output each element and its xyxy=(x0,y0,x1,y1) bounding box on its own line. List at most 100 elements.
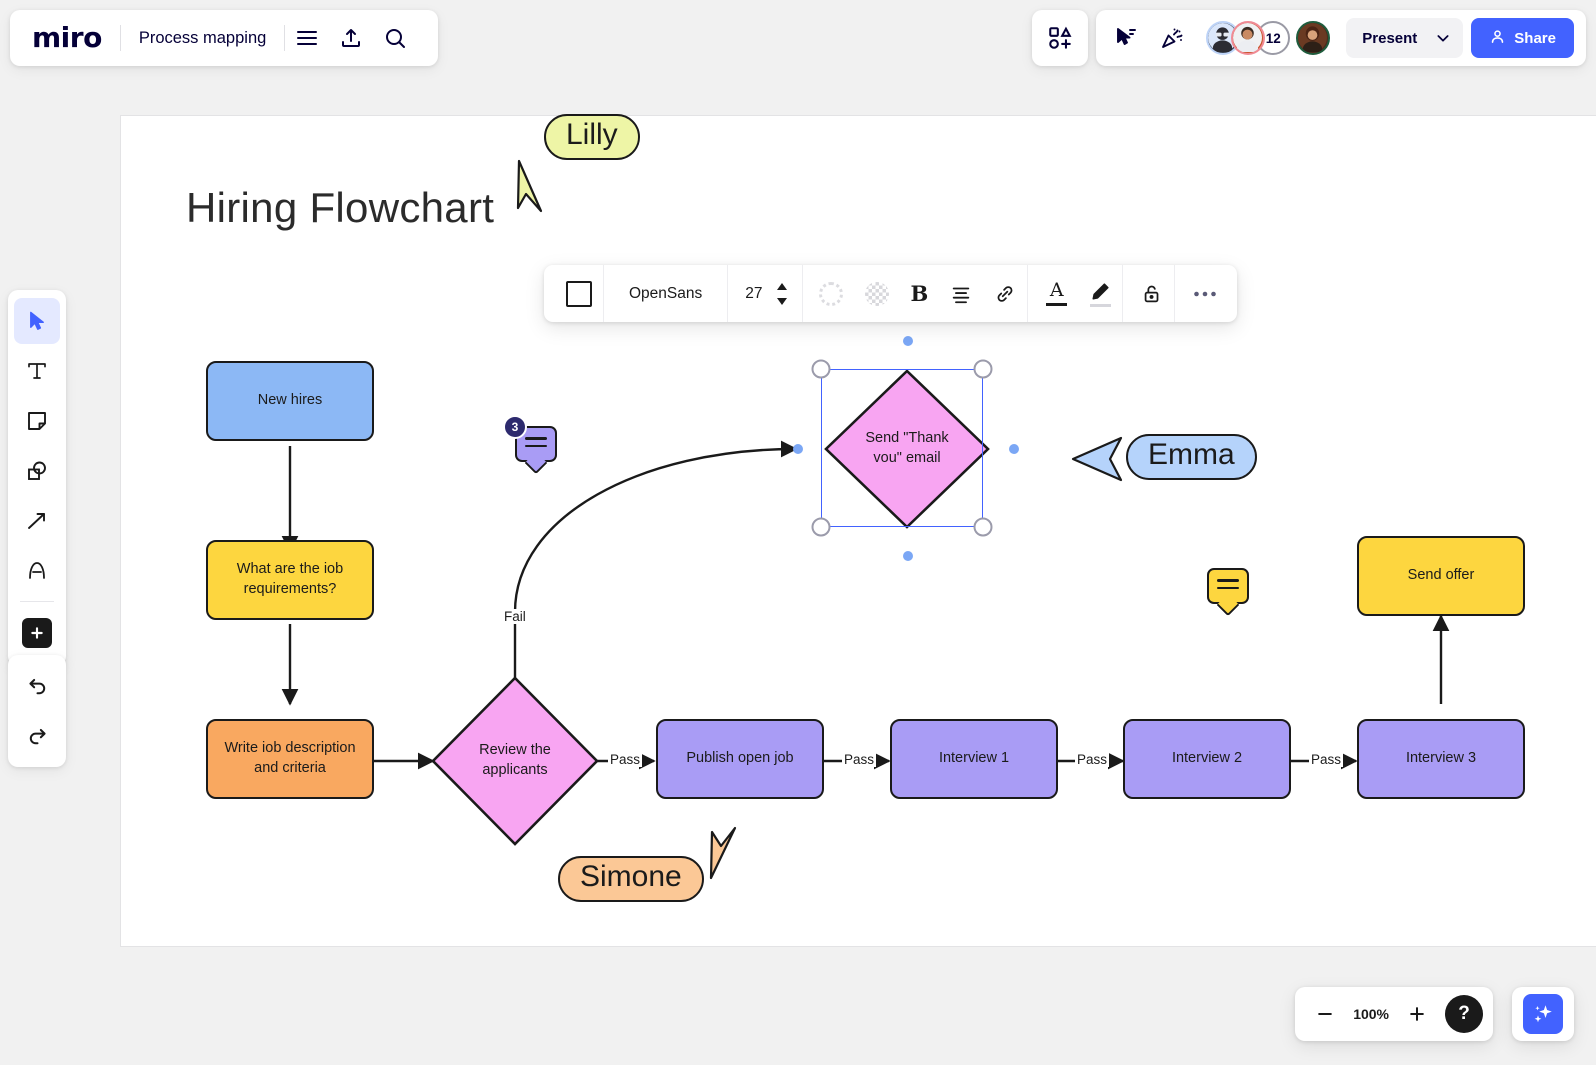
text-color-button[interactable]: A xyxy=(1038,271,1075,316)
redo-arrow-icon[interactable] xyxy=(14,713,60,759)
selection-handle-br[interactable] xyxy=(974,518,993,537)
font-family-select[interactable]: OpenSans xyxy=(607,271,724,316)
ai-assistant-button[interactable] xyxy=(1512,987,1574,1041)
node-publish-open-job[interactable]: Publish open job xyxy=(656,719,824,799)
divider xyxy=(1122,265,1123,322)
node-label: Publish open job xyxy=(686,749,793,769)
ellipsis-icon[interactable] xyxy=(1185,271,1225,316)
node-label: Interview 3 xyxy=(1406,749,1476,769)
text-color-underline xyxy=(1046,303,1067,306)
zoom-out-button[interactable] xyxy=(1305,994,1345,1034)
search-icon[interactable] xyxy=(373,16,417,60)
connector-tool[interactable] xyxy=(14,498,60,544)
border-color-button[interactable] xyxy=(811,271,851,316)
connection-dot-bottom[interactable] xyxy=(903,551,913,561)
plus-icon xyxy=(22,618,52,648)
node-label: Interview 2 xyxy=(1172,749,1242,769)
sparkles-icon xyxy=(1523,994,1563,1034)
person-icon xyxy=(1489,28,1506,49)
shapes-tool[interactable] xyxy=(14,448,60,494)
selection-handle-tr[interactable] xyxy=(974,360,993,379)
avatar[interactable] xyxy=(1296,21,1330,55)
top-left-toolbar: miro Process mapping xyxy=(10,10,438,66)
connection-dot-right[interactable] xyxy=(1009,444,1019,454)
present-label: Present xyxy=(1346,30,1429,47)
select-tool[interactable] xyxy=(14,298,60,344)
fill-color-button[interactable] xyxy=(857,271,897,316)
node-interview-2[interactable]: Interview 2 xyxy=(1123,719,1291,799)
cursor-pointer-emma xyxy=(1073,438,1121,480)
undo-redo-toolbar xyxy=(8,655,66,767)
fill-swatch-button[interactable] xyxy=(558,271,600,316)
chevron-down-icon[interactable] xyxy=(1429,30,1463,46)
cursor-pointer-simone xyxy=(711,828,735,878)
node-write-description[interactable]: Write iob description and criteria xyxy=(206,719,374,799)
text-tool[interactable] xyxy=(14,348,60,394)
undo-arrow-icon[interactable] xyxy=(14,663,60,709)
pen-compass-tool[interactable] xyxy=(14,548,60,594)
checker-circle-icon xyxy=(865,282,889,306)
board-title[interactable]: Process mapping xyxy=(121,29,284,48)
comment-bubble-yellow[interactable] xyxy=(1207,568,1249,604)
present-button[interactable]: Present xyxy=(1346,18,1463,58)
node-interview-3[interactable]: Interview 3 xyxy=(1357,719,1525,799)
bold-button[interactable]: B xyxy=(903,271,937,316)
divider xyxy=(1027,265,1028,322)
selection-handle-bl[interactable] xyxy=(812,518,831,537)
cursor-label-simone: Simone xyxy=(558,856,704,902)
edge-label-fail: Fail xyxy=(502,609,528,624)
more-apps-tool[interactable] xyxy=(14,610,60,656)
connection-dot-left[interactable] xyxy=(793,444,803,454)
font-size-stepper[interactable] xyxy=(775,271,799,316)
connection-dot-top[interactable] xyxy=(903,336,913,346)
node-label: Write iob description and criteria xyxy=(218,739,362,778)
miro-app-window: Hiring Flowchart xyxy=(0,0,1596,1065)
comment-count-badge: 3 xyxy=(503,415,527,439)
toolbar-divider xyxy=(20,601,54,602)
selection-handle-tl[interactable] xyxy=(812,360,831,379)
shapes-add-panel[interactable] xyxy=(1032,10,1088,66)
left-toolbar xyxy=(8,290,66,666)
highlight-pen-icon[interactable] xyxy=(1081,271,1119,316)
share-label: Share xyxy=(1514,30,1556,47)
node-label: Interview 1 xyxy=(939,749,1009,769)
format-toolbar: OpenSans 27 B xyxy=(544,265,1237,322)
link-chain-icon[interactable] xyxy=(986,271,1024,316)
node-label: Send offer xyxy=(1408,566,1475,586)
help-label: ? xyxy=(1458,1003,1470,1025)
node-send-offer[interactable]: Send offer xyxy=(1357,536,1525,616)
board-canvas[interactable]: Hiring Flowchart xyxy=(120,115,1596,947)
sticky-note-tool[interactable] xyxy=(14,398,60,444)
comment-bubble-purple[interactable]: 3 xyxy=(515,426,557,462)
hamburger-menu-icon[interactable] xyxy=(285,16,329,60)
avatar-group: 12 xyxy=(1196,21,1336,55)
node-job-requirements[interactable]: What are the iob requirements? xyxy=(206,540,374,620)
node-new-hires[interactable]: New hires xyxy=(206,361,374,441)
text-align-icon[interactable] xyxy=(942,271,980,316)
divider xyxy=(802,265,803,322)
cursor-share-icon[interactable] xyxy=(1104,16,1148,60)
collaboration-panel: 12 Present Share xyxy=(1096,10,1586,66)
cursor-label-emma: Emma xyxy=(1126,434,1257,480)
cursor-pointer-lilly xyxy=(518,161,541,211)
node-label: New hires xyxy=(258,391,322,411)
selection-bounding-box xyxy=(821,369,983,527)
zoom-in-button[interactable] xyxy=(1397,994,1437,1034)
comment-lines-icon xyxy=(525,437,547,452)
party-popper-icon[interactable] xyxy=(1150,16,1194,60)
node-interview-1[interactable]: Interview 1 xyxy=(890,719,1058,799)
divider xyxy=(603,265,604,322)
node-label: What are the iob requirements? xyxy=(218,560,362,599)
zoom-level-label[interactable]: 100% xyxy=(1349,1006,1393,1022)
help-button[interactable]: ? xyxy=(1445,995,1483,1033)
share-button[interactable]: Share xyxy=(1471,18,1574,58)
edge-label-pass-3: Pass xyxy=(1075,752,1109,767)
highlight-color-bar xyxy=(1090,304,1111,307)
miro-logo[interactable]: miro xyxy=(10,24,120,52)
cursor-label-lilly: Lilly xyxy=(544,114,640,160)
lock-open-icon[interactable] xyxy=(1133,271,1171,316)
upload-icon[interactable] xyxy=(329,16,373,60)
square-outline-icon xyxy=(566,281,592,307)
divider xyxy=(1174,265,1175,322)
font-size-input[interactable]: 27 xyxy=(731,271,768,316)
